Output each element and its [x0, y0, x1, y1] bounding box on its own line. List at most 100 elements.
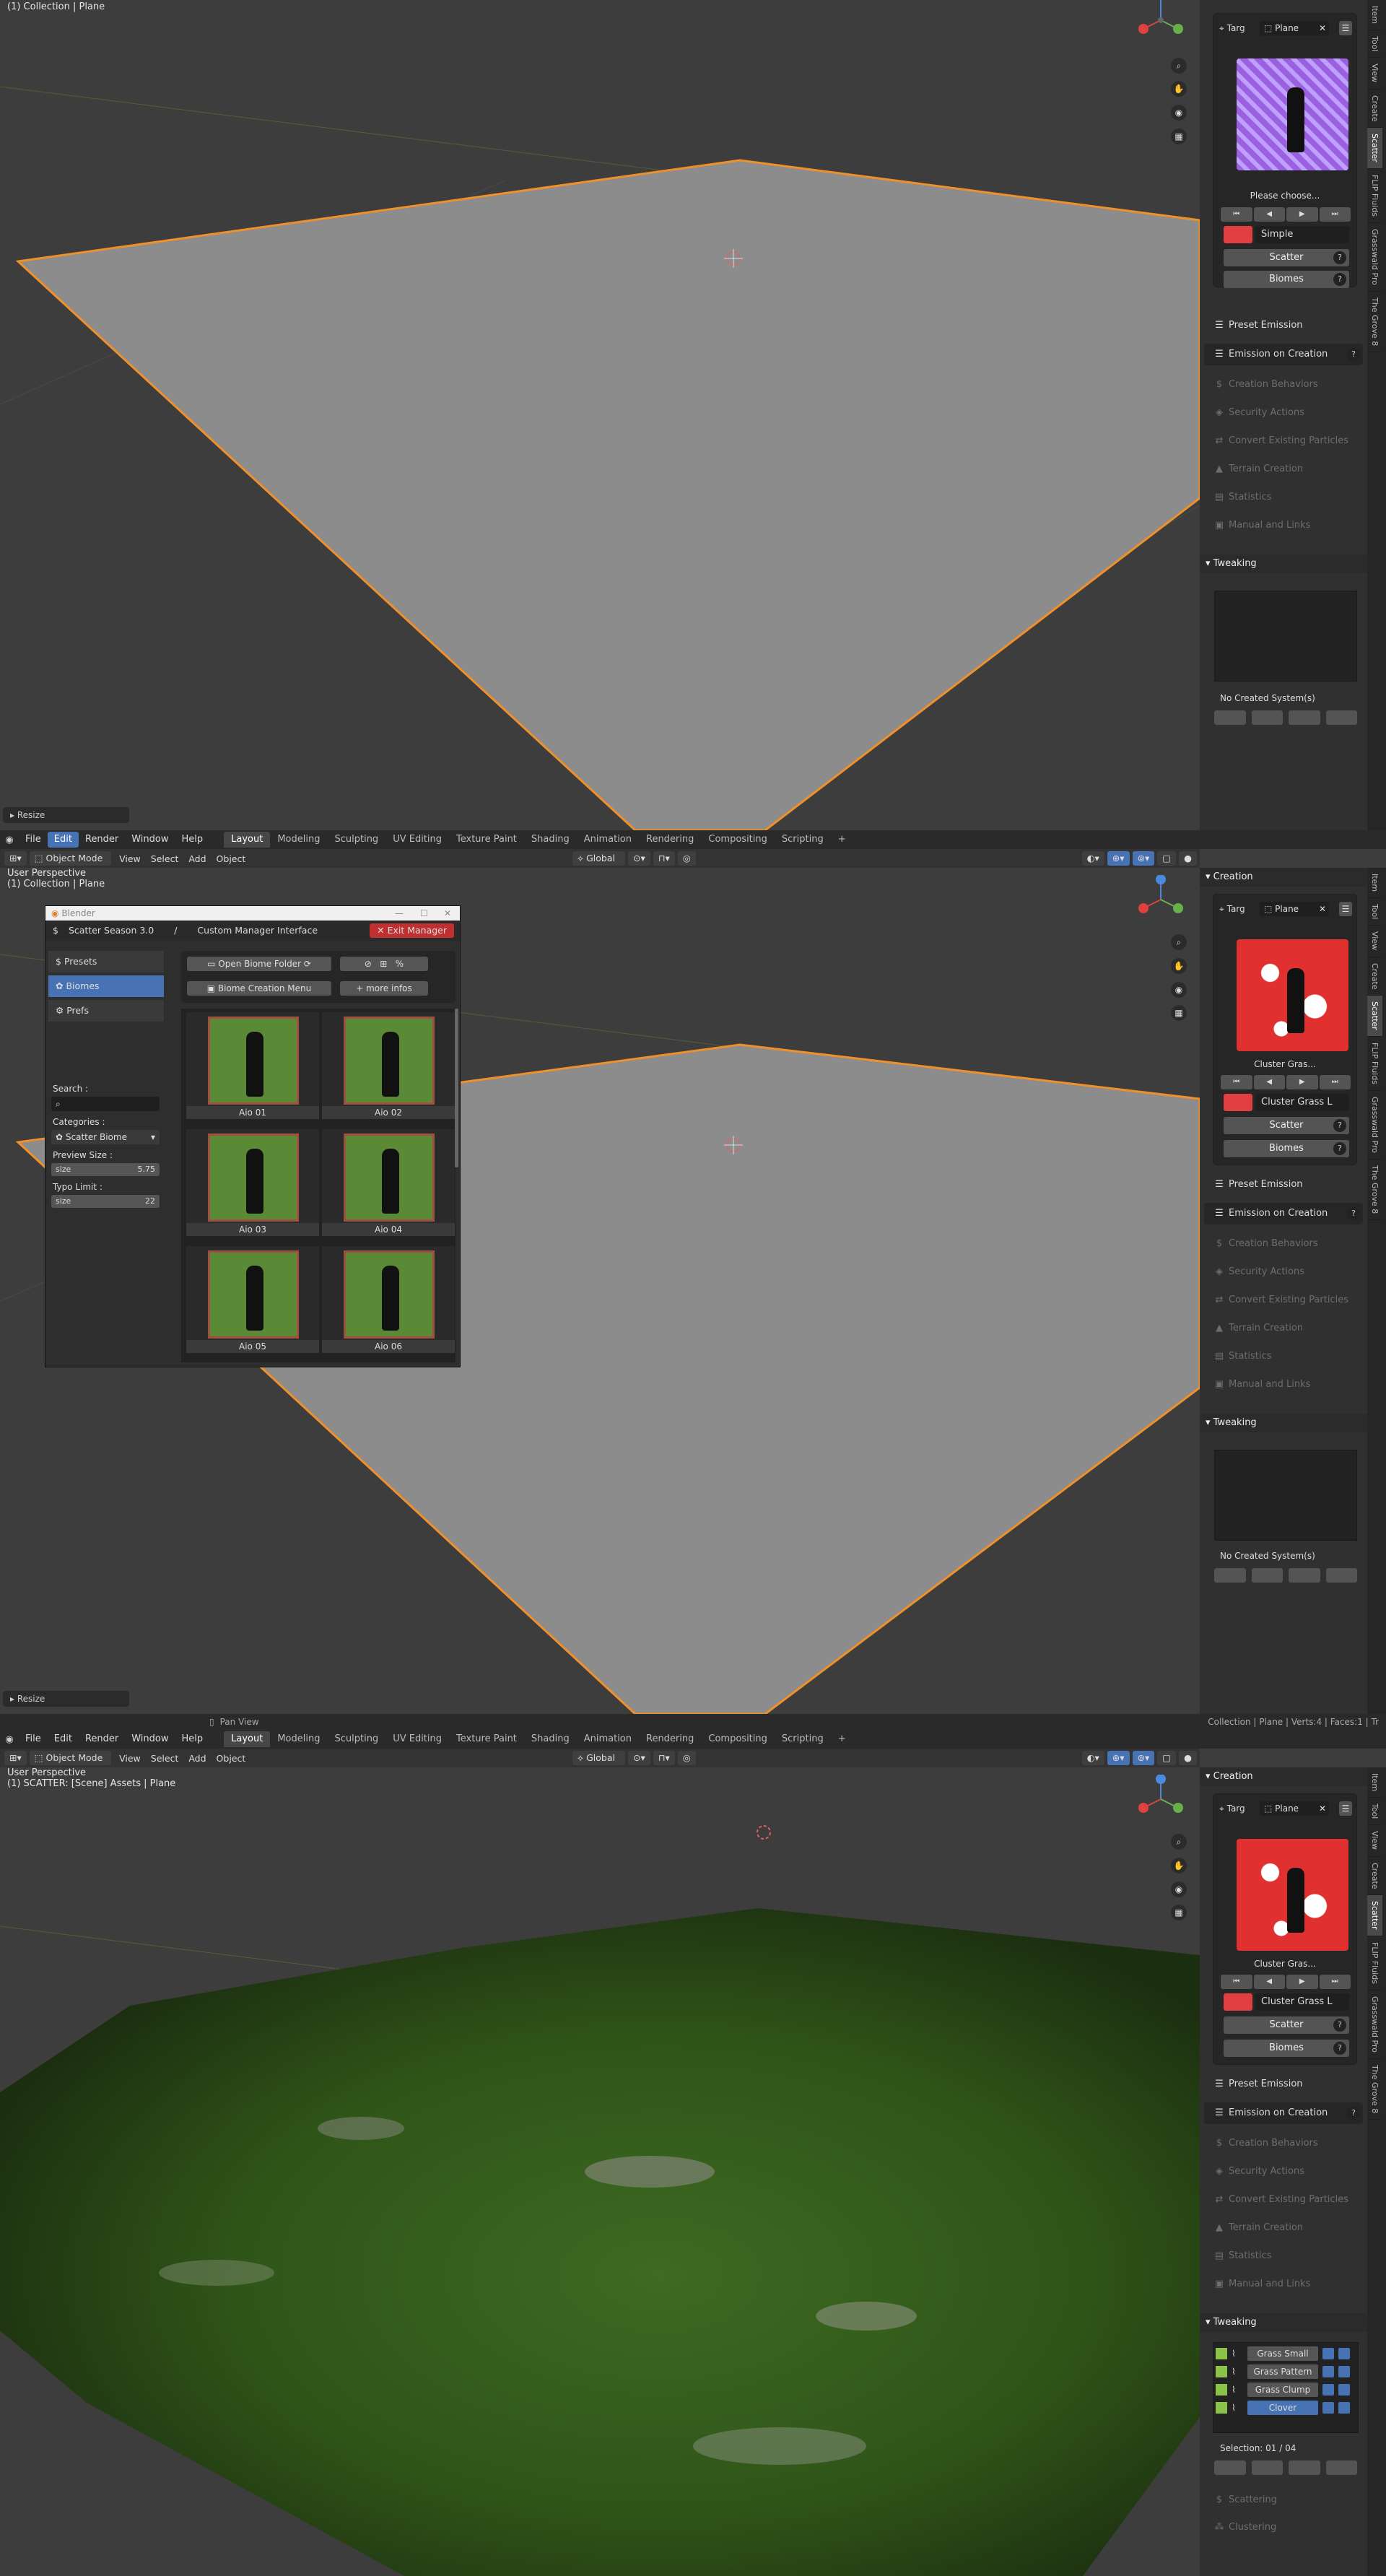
help-icon[interactable]: ? — [1333, 251, 1346, 264]
biome-thumb[interactable]: Aio 05 — [186, 1245, 320, 1354]
preset-emission-item[interactable]: ☰ Preset Emission — [1204, 315, 1363, 336]
biome-thumb[interactable]: Aio 03 — [186, 1128, 320, 1237]
visibility-icon[interactable]: ◐▾ — [1081, 851, 1104, 866]
pan-hand-icon[interactable]: ✋ — [1171, 81, 1187, 97]
render-visibility-icon[interactable] — [1338, 2402, 1350, 2414]
systems-list[interactable] — [1214, 591, 1357, 682]
menu-help[interactable]: Help — [175, 832, 210, 848]
overlay-toggle-icon[interactable]: ⊚▾ — [1132, 851, 1155, 866]
color-swatch[interactable] — [1224, 226, 1252, 243]
prev-icon[interactable]: ◀ — [1253, 1075, 1285, 1089]
search-input[interactable]: ⌕ — [51, 1097, 160, 1111]
nav-biomes[interactable]: ✿ Biomes — [48, 975, 164, 997]
manual-links-item[interactable]: ▣ Manual and Links — [1204, 515, 1363, 536]
mode-dropdown[interactable]: ⬚ Object Mode ▾ — [29, 851, 112, 878]
creation-behaviors-item[interactable]: $ Creation Behaviors — [1204, 374, 1363, 396]
object-menu[interactable]: Object — [212, 1753, 251, 1764]
tab-flip-fluids[interactable]: FLIP Fluids — [1367, 169, 1382, 223]
menu-file[interactable]: File — [19, 832, 48, 848]
grid-scrollbar[interactable] — [455, 1009, 458, 1167]
select-menu[interactable]: Select — [146, 853, 184, 864]
help-icon[interactable]: ? — [1333, 2019, 1346, 2032]
security-actions-item[interactable]: ◈ Security Actions — [1204, 2161, 1363, 2183]
system-color-swatch[interactable] — [1216, 2384, 1227, 2396]
security-actions-item[interactable]: ◈ Security Actions — [1204, 402, 1363, 424]
help-icon[interactable]: ? — [1347, 348, 1360, 361]
color-swatch[interactable] — [1224, 1993, 1252, 2011]
proportional-icon[interactable]: ◎ — [677, 1751, 696, 1765]
blender-logo-icon[interactable]: ◉ — [0, 835, 19, 845]
target-object-field[interactable]: ⬚ Plane ✕ — [1260, 902, 1329, 916]
tab-rendering[interactable]: Rendering — [639, 832, 701, 848]
select-icon[interactable] — [1289, 2460, 1320, 2475]
trash-icon[interactable] — [1251, 1568, 1283, 1583]
tab-scripting[interactable]: Scripting — [775, 832, 831, 848]
creation-behaviors-item[interactable]: $ Creation Behaviors — [1204, 2133, 1363, 2154]
xray-icon[interactable]: ▢ — [1157, 1751, 1177, 1765]
tab-modeling[interactable]: Modeling — [270, 832, 327, 848]
manual-links-item[interactable]: ▣ Manual and Links — [1204, 1374, 1363, 1396]
convert-particles-item[interactable]: ⇄ Convert Existing Particles — [1204, 430, 1363, 452]
biome-creation-menu-button[interactable]: ▣ Biome Creation Menu — [187, 981, 331, 996]
last-icon[interactable]: ⏭ — [1319, 207, 1351, 222]
tab-item[interactable]: Item — [1367, 1767, 1382, 1798]
overlay-toggle-icon[interactable]: ⊚▾ — [1132, 1751, 1155, 1765]
tab-item[interactable]: Item — [1367, 0, 1382, 31]
next-icon[interactable]: ▶ — [1286, 1975, 1318, 1989]
zoom-icon[interactable]: ⌕ — [1171, 934, 1187, 950]
viewport-visibility-icon[interactable] — [1322, 2348, 1334, 2359]
system-row-grass-clump[interactable]: ⌇ Grass Clump — [1213, 2381, 1357, 2398]
filter-icon[interactable] — [1325, 710, 1357, 725]
tab-tool[interactable]: Tool — [1367, 30, 1382, 58]
camera-icon[interactable]: ◉ — [1171, 105, 1187, 121]
scatter-manager-window[interactable]: ◉ Blender — ☐ ✕ $ Scatter Season 3.0 / C… — [45, 905, 461, 1367]
target-object-field[interactable]: ⬚ Plane ✕ — [1260, 21, 1329, 35]
help-icon[interactable]: ? — [1333, 2042, 1346, 2055]
tab-the-grove[interactable]: The Grove 8 — [1367, 2059, 1382, 2120]
tab-the-grove[interactable]: The Grove 8 — [1367, 292, 1382, 352]
tab-grasswald-pro[interactable]: Grasswald Pro — [1367, 1990, 1382, 2059]
category-dropdown[interactable]: ✿ Scatter Biome ▾ — [51, 1130, 160, 1144]
biomes-button[interactable]: Biomes? — [1224, 2040, 1349, 2057]
camera-icon[interactable]: ◉ — [1171, 982, 1187, 998]
select-icon[interactable] — [1289, 710, 1320, 725]
clustering-item[interactable]: ⁂ Clustering — [1204, 2517, 1363, 2538]
tab-tool[interactable]: Tool — [1367, 898, 1382, 926]
add-menu[interactable]: Add — [183, 1753, 211, 1764]
viewport-3[interactable]: User Perspective (1) SCATTER: [Scene] Ass… — [0, 1767, 1200, 2576]
tools-group[interactable]: ⊘ ⊞ % — [340, 957, 428, 971]
mode-dropdown[interactable]: ⬚ Object Mode ▾ — [29, 1751, 112, 1777]
pivot-icon[interactable]: ⊙▾ — [627, 851, 650, 866]
next-icon[interactable]: ▶ — [1286, 207, 1318, 222]
nav-prefs[interactable]: ⚙ Prefs — [48, 1000, 164, 1022]
tab-grasswald-pro[interactable]: Grasswald Pro — [1367, 1091, 1382, 1159]
help-icon[interactable]: ? — [1333, 1142, 1346, 1155]
biome-thumb[interactable]: Aio 02 — [321, 1011, 456, 1120]
visibility-icon[interactable]: ◐▾ — [1081, 1751, 1104, 1765]
tab-compositing[interactable]: Compositing — [701, 832, 775, 848]
tab-scatter[interactable]: Scatter — [1367, 996, 1382, 1037]
clear-icon[interactable]: ✕ — [1319, 21, 1329, 35]
first-icon[interactable]: ⏮ — [1221, 1075, 1252, 1089]
tab-texture-paint[interactable]: Texture Paint — [449, 1731, 524, 1747]
preset-preview[interactable] — [1237, 1839, 1348, 1951]
prev-icon[interactable]: ◀ — [1253, 207, 1285, 222]
preset-name-field[interactable]: Simple — [1255, 226, 1349, 243]
orientation-dropdown[interactable]: ⟡ Global ▾ — [572, 1751, 625, 1777]
tab-item[interactable]: Item — [1367, 868, 1382, 899]
resize-operator-panel[interactable]: ▸ Resize — [3, 807, 129, 823]
trash-icon[interactable] — [1251, 2460, 1283, 2475]
tab-layout[interactable]: Layout — [224, 832, 271, 848]
clear-icon[interactable]: ✕ — [1319, 902, 1329, 916]
biome-thumb[interactable]: Aio 04 — [321, 1128, 456, 1237]
prev-icon[interactable]: ◀ — [1253, 1975, 1285, 1989]
tab-rendering[interactable]: Rendering — [639, 1731, 701, 1747]
resize-operator-panel[interactable]: ▸ Resize — [3, 1691, 129, 1707]
exit-manager-button[interactable]: ✕ Exit Manager — [370, 923, 454, 938]
tab-scripting[interactable]: Scripting — [775, 1731, 831, 1747]
tab-view[interactable]: View — [1367, 58, 1382, 90]
maximize-icon[interactable]: ☐ — [420, 906, 428, 921]
statistics-item[interactable]: ▤ Statistics — [1204, 487, 1363, 508]
trash-icon[interactable] — [1251, 710, 1283, 725]
viewport-2[interactable]: User Perspective (1) Collection | Plane ⌕… — [0, 868, 1200, 1714]
